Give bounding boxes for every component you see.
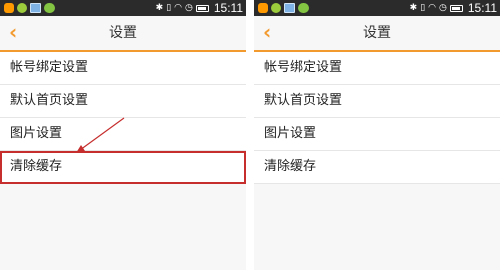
bluetooth-icon: ✱ [155, 3, 164, 13]
settings-item-clear-cache[interactable]: 清除缓存 [0, 151, 246, 184]
status-bar: ✱ ▯ ◠ ◷ 15:11 [254, 0, 500, 16]
battery-icon [195, 4, 209, 12]
battery-icon [449, 4, 463, 12]
wifi-icon: ◠ [174, 3, 182, 13]
wifi-icon: ◠ [428, 3, 436, 13]
settings-item-label: 帐号绑定设置 [264, 60, 343, 75]
alarm-icon: ◷ [185, 3, 193, 13]
settings-item-label: 清除缓存 [10, 159, 63, 174]
app-header: ‹ 设置 [0, 16, 246, 52]
status-time: 15:11 [213, 1, 243, 15]
green-notification-icon [271, 3, 281, 13]
wechat-icon [298, 3, 309, 13]
settings-item-label: 图片设置 [264, 126, 317, 141]
settings-item-account-binding[interactable]: 帐号绑定设置 [254, 52, 500, 85]
settings-item-label: 清除缓存 [264, 159, 317, 174]
settings-list: 帐号绑定设置 默认首页设置 图片设置 清除缓存 [254, 52, 500, 184]
settings-item-default-homepage[interactable]: 默认首页设置 [254, 85, 500, 118]
settings-item-account-binding[interactable]: 帐号绑定设置 [0, 52, 246, 85]
divider-gap [246, 0, 254, 270]
green-notification-icon [17, 3, 27, 13]
orange-notification-icon [258, 3, 268, 13]
settings-item-default-homepage[interactable]: 默认首页设置 [0, 85, 246, 118]
settings-item-label: 帐号绑定设置 [10, 60, 89, 75]
settings-item-label: 图片设置 [10, 126, 63, 141]
vibrate-icon: ▯ [420, 3, 426, 13]
wechat-icon [44, 3, 55, 13]
app-header: ‹ 设置 [254, 16, 500, 52]
page-title: 设置 [363, 25, 391, 41]
status-time: 15:11 [467, 1, 497, 15]
settings-item-image[interactable]: 图片设置 [0, 118, 246, 151]
image-notification-icon [284, 3, 295, 13]
orange-notification-icon [4, 3, 14, 13]
phone-screen-after: ✱ ▯ ◠ ◷ 15:11 ‹ 设置 帐号绑定设置 默认首页设置 图片设置 清除… [254, 0, 500, 270]
image-notification-icon [30, 3, 41, 13]
settings-list: 帐号绑定设置 默认首页设置 图片设置 清除缓存 [0, 52, 246, 184]
vibrate-icon: ▯ [166, 3, 172, 13]
alarm-icon: ◷ [439, 3, 447, 13]
phone-screen-before: ✱ ▯ ◠ ◷ 15:11 ‹ 设置 帐号绑定设置 默认首页设置 图片设置 清除… [0, 0, 246, 270]
settings-item-clear-cache[interactable]: 清除缓存 [254, 151, 500, 184]
page-title: 设置 [109, 25, 137, 41]
status-bar: ✱ ▯ ◠ ◷ 15:11 [0, 0, 246, 16]
settings-item-label: 默认首页设置 [10, 93, 89, 108]
bluetooth-icon: ✱ [409, 3, 418, 13]
settings-item-label: 默认首页设置 [264, 93, 343, 108]
settings-item-image[interactable]: 图片设置 [254, 118, 500, 151]
